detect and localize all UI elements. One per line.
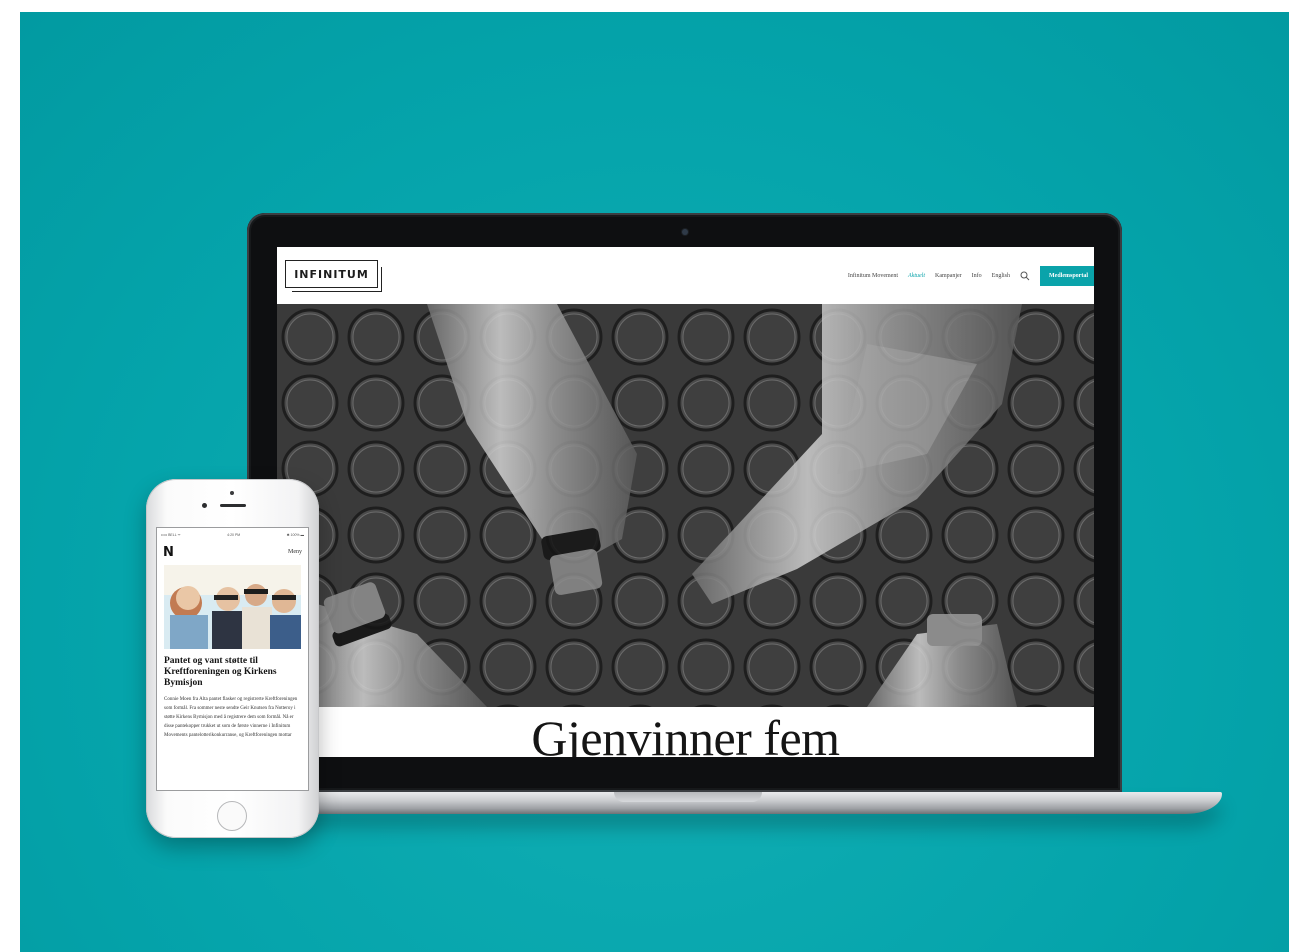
hero-image — [277, 304, 1094, 707]
article-body: Connie Moen fra Alta pantet flasker og r… — [164, 697, 298, 738]
webcam — [682, 229, 688, 235]
nav-item-info[interactable]: Info — [972, 273, 982, 279]
phone-camera — [202, 503, 207, 508]
phone-screen: ••••• BELL ᯤ 4:20 PM ✱ 100% ▬ N Meny Pan… — [157, 528, 308, 790]
laptop-bottom-bezel — [277, 757, 1094, 779]
phone-site-logo[interactable]: N — [163, 545, 174, 560]
site-logo[interactable]: INFINITUM — [285, 260, 382, 292]
laptop-opening-notch — [614, 792, 762, 802]
phone-status-bar: ••••• BELL ᯤ 4:20 PM ✱ 100% ▬ — [161, 531, 304, 539]
member-portal-button[interactable]: Medlemsportal — [1040, 266, 1094, 286]
phone: ••••• BELL ᯤ 4:20 PM ✱ 100% ▬ N Meny Pan… — [146, 479, 319, 838]
nav-item-english[interactable]: English — [992, 273, 1010, 279]
laptop-screen: INFINITUM Infinitum Movement Aktuelt Kam… — [277, 247, 1094, 757]
article-photo[interactable] — [164, 565, 301, 649]
home-button[interactable] — [217, 801, 247, 831]
main-nav: Infinitum Movement Aktuelt Kampanjer Inf… — [848, 265, 1094, 287]
laptop: INFINITUM Infinitum Movement Aktuelt Kam… — [247, 213, 1122, 792]
site-logo-text: INFINITUM — [294, 267, 369, 281]
phone-carrier: ••••• BELL ᯤ — [161, 532, 181, 537]
site-header: INFINITUM Infinitum Movement Aktuelt Kam… — [277, 247, 1094, 304]
teal-background: INFINITUM Infinitum Movement Aktuelt Kam… — [20, 12, 1289, 952]
article-title: Gjenvinner fem — [277, 707, 1094, 757]
phone-speaker — [220, 504, 246, 507]
article-headline[interactable]: Pantet og vant støtte til Kreftforeninge… — [164, 656, 301, 689]
nav-item-aktuelt[interactable]: Aktuelt — [908, 273, 925, 279]
search-icon[interactable] — [1020, 271, 1030, 281]
laptop-base — [176, 792, 1222, 814]
nav-item-kampanjer[interactable]: Kampanjer — [935, 273, 962, 279]
nav-item-infinitum-movement[interactable]: Infinitum Movement — [848, 273, 898, 279]
phone-menu-button[interactable]: Meny — [288, 549, 302, 555]
phone-time: 4:20 PM — [227, 533, 241, 537]
article-title-text: Gjenvinner fem — [531, 710, 840, 757]
phone-sensor — [230, 491, 234, 495]
phone-battery: ✱ 100% ▬ — [286, 533, 304, 537]
